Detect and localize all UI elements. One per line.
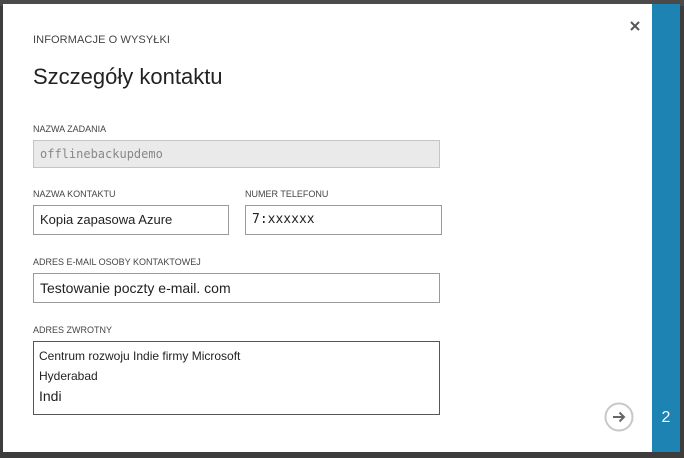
job-name-label: NAZWA ZADANIA — [33, 124, 107, 134]
phone-input[interactable]: 7:xxxxxx — [245, 205, 442, 235]
close-button[interactable] — [627, 18, 643, 34]
page-title: Szczegóły kontaktu — [33, 64, 223, 89]
breadcrumb: INFORMACJE O WYSYŁKI — [33, 34, 171, 46]
email-label: ADRES E-MAIL OSOBY KONTAKTOWEJ — [33, 257, 201, 267]
contact-name-input[interactable]: Kopia zapasowa Azure — [33, 205, 229, 235]
close-icon — [630, 21, 640, 31]
return-address-line-1: Centrum rozwoju Indie firmy Microsoft — [39, 349, 241, 363]
job-name-field: offlinebackupdemo — [33, 140, 440, 168]
return-address-textarea[interactable]: Centrum rozwoju Indie firmy Microsoft Hy… — [33, 341, 440, 415]
contact-details-dialog: INFORMACJE O WYSYŁKI Szczegóły kontaktu … — [3, 4, 680, 452]
arrow-right-circle-icon — [604, 402, 634, 432]
wizard-step-sidebar: 2 — [652, 4, 680, 452]
phone-label: NUMER TELEFONU — [245, 189, 329, 199]
contact-name-label: NAZWA KONTAKTU — [33, 189, 116, 199]
return-address-label: ADRES ZWROTNY — [33, 325, 113, 335]
next-button[interactable] — [604, 402, 634, 432]
step-number: 2 — [661, 409, 671, 426]
return-address-line-2: Hyderabad — [39, 369, 98, 383]
email-input[interactable]: Testowanie poczty e-mail. com — [33, 273, 440, 303]
return-address-line-3: Indi — [39, 388, 62, 404]
